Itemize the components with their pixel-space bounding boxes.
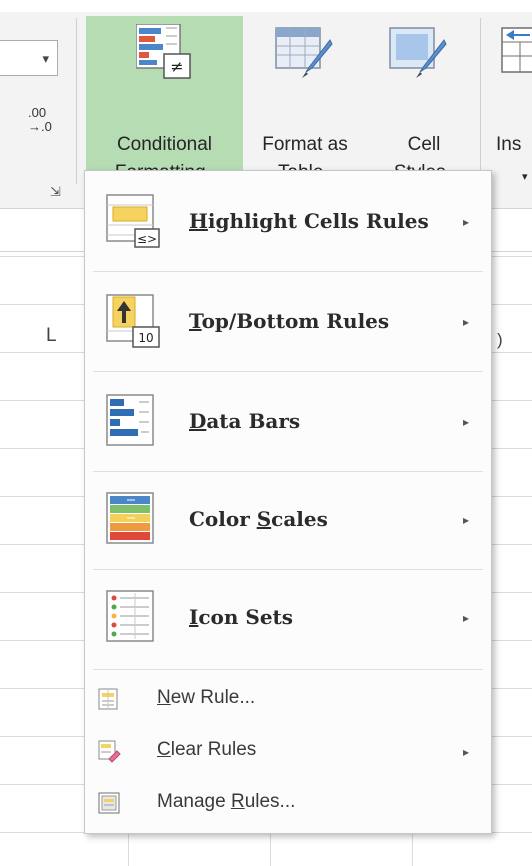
data-bars-icon — [106, 394, 154, 446]
ribbon-top-strip — [0, 0, 532, 12]
chevron-down-icon: ▾ — [42, 51, 49, 66]
group-divider — [76, 18, 77, 184]
menu-separator — [93, 371, 483, 372]
menu-item-clear-rules[interactable]: Clear Rules ▸ — [85, 725, 491, 777]
menu-item-label: New Rule... — [157, 687, 256, 708]
column-header-partial[interactable]: ) — [497, 330, 503, 350]
menu-item-label: Highlight Cells Rules — [189, 209, 429, 233]
format-as-table-icon — [275, 27, 333, 78]
menu-item-label: Manage Rules... — [157, 791, 296, 812]
conditional-formatting-menu: ≤> Highlight Cells Rules ▸ 10 Top/Bottom… — [84, 170, 492, 834]
new-rule-icon — [98, 688, 118, 710]
svg-text:≤>: ≤> — [137, 232, 157, 246]
highlight-cells-rules-icon: ≤> — [106, 194, 160, 248]
menu-item-manage-rules[interactable]: Manage Rules... — [85, 777, 491, 829]
decrease-decimal-button[interactable]: .00 →.0 — [28, 106, 52, 134]
manage-rules-icon — [98, 792, 120, 814]
number-format-dropdown[interactable]: ▾ — [0, 40, 58, 76]
top-bottom-badge: 10 — [138, 331, 153, 345]
cell-styles-button[interactable]: Cell Styles▾ — [374, 16, 474, 184]
menu-separator — [93, 271, 483, 272]
chevron-down-icon: ▾ — [522, 171, 528, 183]
menu-item-icon-sets[interactable]: Icon Sets ▸ — [85, 569, 491, 667]
menu-separator — [93, 669, 483, 670]
svg-text:≠: ≠ — [170, 57, 183, 76]
menu-item-label: Color Scales — [189, 507, 328, 531]
format-as-table-button[interactable]: Format as Table▾ — [246, 16, 364, 184]
icon-sets-icon — [106, 590, 154, 642]
menu-item-label: Clear Rules — [157, 739, 257, 760]
submenu-arrow-icon: ▸ — [462, 611, 469, 625]
conditional-formatting-icon: ≠ — [136, 24, 191, 79]
number-group-launcher-icon[interactable]: ⇲ — [50, 184, 61, 200]
color-scales-icon — [106, 492, 154, 544]
cell-styles-label-1: Cell — [407, 134, 441, 155]
submenu-arrow-icon: ▸ — [462, 215, 469, 229]
menu-item-label: Icon Sets — [189, 605, 294, 629]
format-as-table-label-1: Format as — [262, 134, 348, 155]
submenu-arrow-icon: ▸ — [462, 315, 469, 329]
menu-item-top-bottom-rules[interactable]: 10 Top/Bottom Rules ▸ — [85, 273, 491, 371]
menu-item-color-scales[interactable]: Color Scales ▸ — [85, 471, 491, 569]
insert-label: Ins — [496, 134, 522, 155]
menu-item-label: Data Bars — [189, 409, 301, 433]
conditional-formatting-button[interactable]: ≠ Conditional Formatting▾ — [86, 16, 243, 184]
group-divider — [480, 18, 481, 184]
menu-item-highlight-cells-rules[interactable]: ≤> Highlight Cells Rules ▸ — [85, 173, 491, 271]
menu-item-new-rule[interactable]: New Rule... — [85, 673, 491, 725]
conditional-formatting-label-1: Conditional — [116, 134, 213, 155]
decrease-decimal-icon: .00 →.0 — [28, 105, 52, 134]
clear-rules-icon — [98, 740, 121, 763]
submenu-arrow-icon: ▸ — [462, 415, 469, 429]
submenu-arrow-icon: ▸ — [462, 513, 469, 527]
insert-cells-button[interactable]: Ins ▾ — [488, 16, 532, 184]
top-bottom-rules-icon: 10 — [106, 294, 160, 348]
cell-styles-icon — [389, 27, 447, 78]
insert-cells-icon — [501, 27, 532, 73]
submenu-arrow-icon: ▸ — [462, 745, 469, 759]
menu-item-label: Top/Bottom Rules — [189, 309, 390, 333]
column-header-l[interactable]: L — [46, 325, 57, 347]
menu-item-data-bars[interactable]: Data Bars ▸ — [85, 373, 491, 471]
